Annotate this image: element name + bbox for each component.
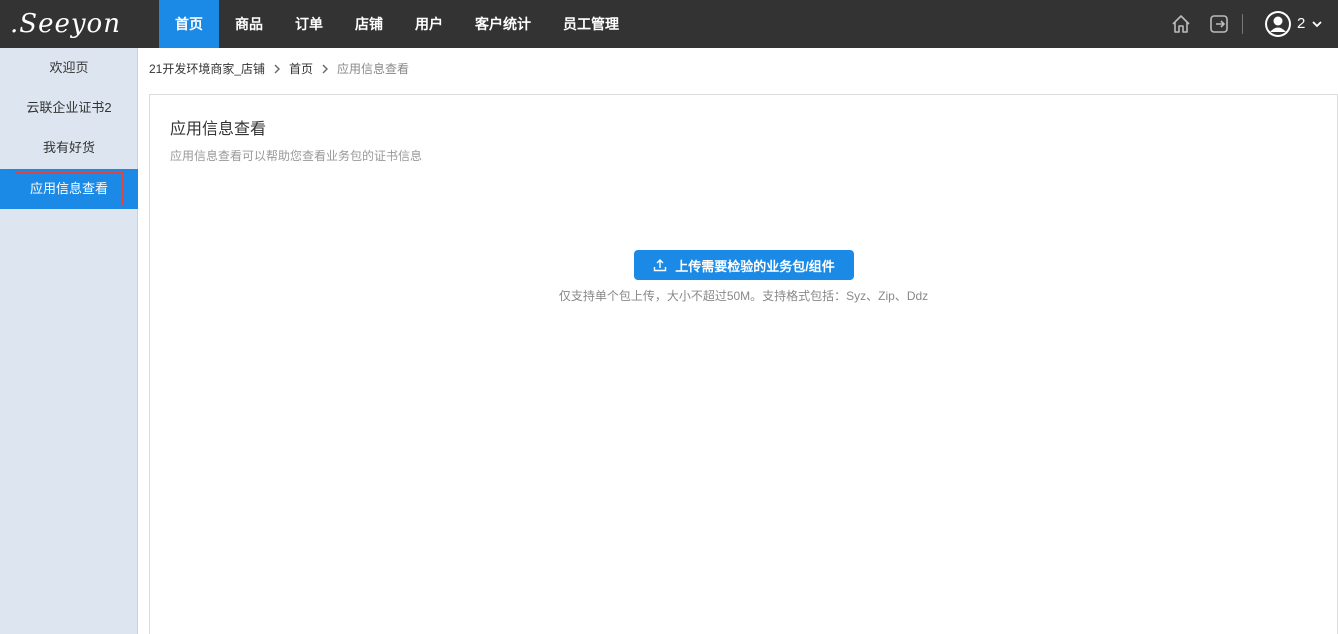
sidebar-item-welcome[interactable]: 欢迎页 (0, 48, 138, 88)
sidebar: 欢迎页 云联企业证书2 我有好货 应用信息查看 (0, 48, 138, 634)
upload-icon (653, 259, 667, 272)
nav-item-store[interactable]: 店铺 (339, 0, 399, 48)
breadcrumb-current: 应用信息查看 (337, 62, 410, 76)
breadcrumb-home[interactable]: 首页 (289, 58, 313, 80)
nav-item-users[interactable]: 用户 (399, 0, 459, 48)
upload-package-button[interactable]: 上传需要检验的业务包/组件 (634, 250, 854, 280)
page-description: 应用信息查看可以帮助您查看业务包的证书信息 (170, 149, 423, 163)
main-nav: 首页 商品 订单 店铺 用户 客户统计 员工管理 (159, 0, 635, 48)
user-avatar-icon[interactable] (1264, 10, 1292, 38)
upload-button-label: 上传需要检验的业务包/组件 (675, 258, 835, 274)
upload-hint: 仅支持单个包上传，大小不超过50M。支持格式包括：Syz、Zip、Ddz (558, 289, 929, 303)
nav-item-staff-management[interactable]: 员工管理 (547, 0, 635, 48)
page-title: 应用信息查看 (170, 121, 267, 138)
breadcrumb: 21开发环境商家_店铺 首页 应用信息查看 (149, 58, 409, 80)
chevron-right-icon (322, 64, 329, 74)
nav-item-orders[interactable]: 订单 (279, 0, 339, 48)
logout-icon[interactable] (1208, 13, 1230, 35)
nav-item-products[interactable]: 商品 (219, 0, 279, 48)
sidebar-item-good-goods[interactable]: 我有好货 (0, 128, 138, 168)
home-icon[interactable] (1170, 13, 1192, 35)
chevron-right-icon (274, 64, 281, 74)
sidebar-item-app-info[interactable]: 应用信息查看 (0, 169, 138, 209)
nav-item-home[interactable]: 首页 (159, 0, 219, 48)
content-panel: 应用信息查看 应用信息查看可以帮助您查看业务包的证书信息 上传需要检验的业务包/… (149, 94, 1338, 634)
nav-item-customer-stats[interactable]: 客户统计 (459, 0, 547, 48)
top-navbar: .Seeyon 首页 商品 订单 店铺 用户 客户统计 员工管理 2 (0, 0, 1338, 48)
breadcrumb-store[interactable]: 21开发环境商家_店铺 (149, 58, 265, 80)
toolbar-divider (1242, 14, 1243, 34)
seeyon-logo[interactable]: .Seeyon (10, 6, 120, 42)
sidebar-item-enterprise-cert[interactable]: 云联企业证书2 (0, 88, 138, 128)
sidebar-item-label: 应用信息查看 (14, 172, 123, 206)
user-name[interactable]: 2 (1297, 0, 1305, 48)
chevron-down-icon[interactable] (1311, 18, 1323, 30)
